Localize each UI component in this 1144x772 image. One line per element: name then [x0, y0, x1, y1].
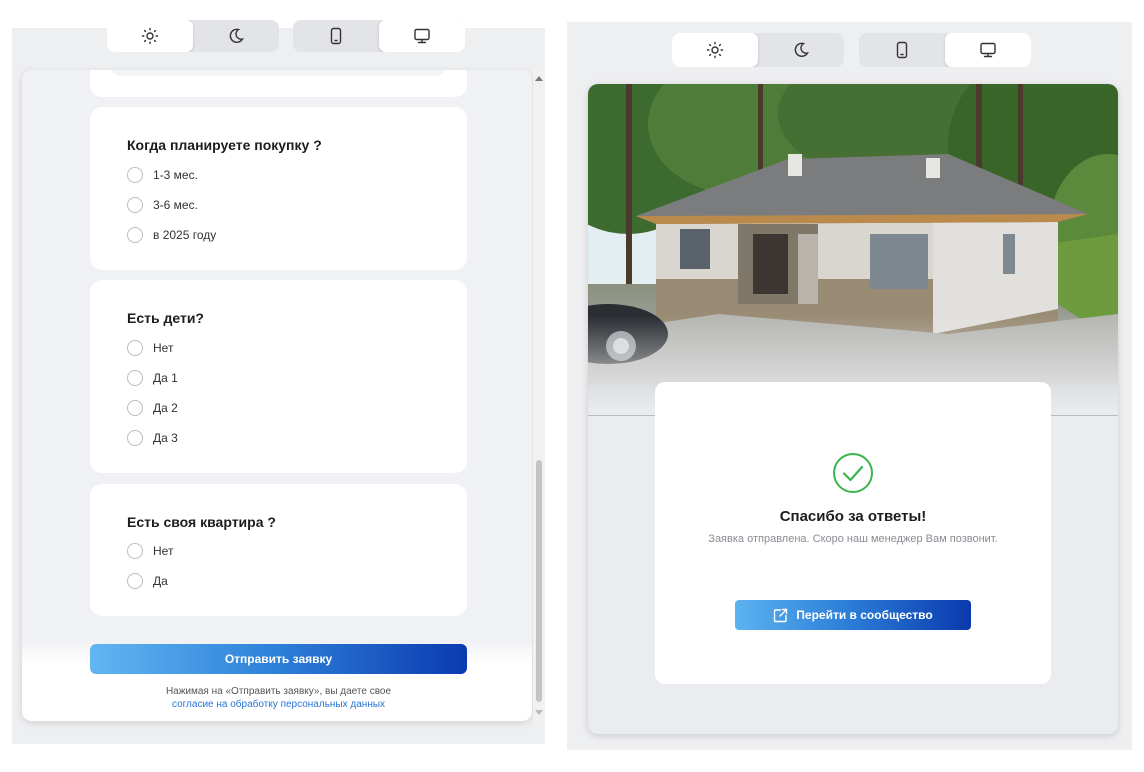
- consent-text: Нажимая на «Отправить заявку», вы даете …: [165, 686, 392, 697]
- radio-button[interactable]: [127, 227, 143, 243]
- sun-icon: [706, 41, 724, 59]
- scrollbar[interactable]: [533, 70, 545, 721]
- radio-option[interactable]: 1-3 мес.: [127, 167, 198, 183]
- question-title: Когда планируете покупку ?: [127, 137, 322, 153]
- community-button-label: Перейти в сообщество: [796, 608, 933, 622]
- radio-button[interactable]: [127, 400, 143, 416]
- monitor-icon: [414, 28, 430, 44]
- radio-option[interactable]: Да 3: [127, 430, 178, 446]
- result-screen: Спасибо за ответы! Заявка отправлена. Ск…: [588, 84, 1118, 734]
- question-card: Есть своя квартира ? Нет Да: [90, 484, 467, 616]
- radio-option[interactable]: Нет: [127, 340, 173, 356]
- option-label: Да 2: [153, 401, 178, 415]
- radio-button[interactable]: [127, 573, 143, 589]
- consent-link[interactable]: согласие на обработку персональных данны…: [90, 698, 467, 711]
- sun-icon: [141, 27, 159, 45]
- theme-dark-button[interactable]: [193, 20, 279, 52]
- radio-button[interactable]: [127, 543, 143, 559]
- device-toggle: [293, 20, 465, 52]
- radio-option[interactable]: 3-6 мес.: [127, 197, 198, 213]
- check-circle-icon: [833, 453, 873, 493]
- radio-button[interactable]: [127, 167, 143, 183]
- question-card: Есть дети? Нет Да 1 Да 2 Да 3: [90, 280, 467, 473]
- radio-option[interactable]: Да 1: [127, 370, 178, 386]
- consent-notice: Нажимая на «Отправить заявку», вы даете …: [90, 685, 467, 711]
- previous-answer-field: [112, 70, 445, 76]
- question-card: Когда планируете покупку ? 1-3 мес. 3-6 …: [90, 107, 467, 270]
- radio-button[interactable]: [127, 340, 143, 356]
- theme-light-button[interactable]: [672, 33, 758, 67]
- moon-icon: [229, 28, 244, 43]
- theme-dark-button[interactable]: [758, 33, 844, 67]
- submit-button[interactable]: Отправить заявку: [90, 644, 467, 674]
- option-label: 1-3 мес.: [153, 168, 198, 182]
- device-toggle: [859, 33, 1031, 67]
- radio-button[interactable]: [127, 430, 143, 446]
- theme-toggle: [672, 33, 844, 67]
- option-label: Да: [153, 574, 168, 588]
- quiz-form: Когда планируете покупку ? 1-3 мес. 3-6 …: [22, 70, 532, 721]
- monitor-icon: [980, 42, 996, 58]
- scroll-thumb[interactable]: [536, 460, 542, 702]
- option-label: 3-6 мес.: [153, 198, 198, 212]
- thanks-title: Спасибо за ответы!: [779, 508, 927, 525]
- scroll-up-icon[interactable]: [535, 76, 543, 81]
- option-label: Нет: [153, 341, 174, 355]
- external-link-icon: [774, 608, 788, 622]
- question-title: Есть своя квартира ?: [127, 514, 276, 530]
- phone-icon: [896, 41, 908, 59]
- phone-icon: [330, 27, 342, 45]
- radio-button[interactable]: [127, 197, 143, 213]
- radio-button[interactable]: [127, 370, 143, 386]
- device-desktop-button[interactable]: [945, 33, 1031, 67]
- radio-option[interactable]: Да: [127, 573, 168, 589]
- scroll-down-icon[interactable]: [535, 710, 543, 715]
- community-button[interactable]: Перейти в сообщество: [735, 600, 971, 630]
- moon-icon: [794, 42, 809, 57]
- thanks-card: Спасибо за ответы! Заявка отправлена. Ск…: [655, 382, 1051, 684]
- device-desktop-button[interactable]: [379, 20, 465, 52]
- theme-light-button[interactable]: [107, 20, 193, 52]
- option-label: Да 3: [153, 431, 178, 445]
- radio-option[interactable]: Да 2: [127, 400, 178, 416]
- device-mobile-button[interactable]: [293, 20, 379, 52]
- thanks-subtitle: Заявка отправлена. Скоро наш менеджер Ва…: [708, 533, 998, 545]
- option-label: Да 1: [153, 371, 178, 385]
- device-mobile-button[interactable]: [859, 33, 945, 67]
- theme-toggle: [107, 20, 279, 52]
- radio-option[interactable]: Нет: [127, 543, 173, 559]
- previous-question-card: [90, 70, 467, 97]
- question-title: Есть дети?: [127, 310, 204, 326]
- option-label: Нет: [153, 544, 174, 558]
- option-label: в 2025 году: [153, 228, 217, 242]
- house-image: [588, 84, 1118, 416]
- radio-option[interactable]: в 2025 году: [127, 227, 216, 243]
